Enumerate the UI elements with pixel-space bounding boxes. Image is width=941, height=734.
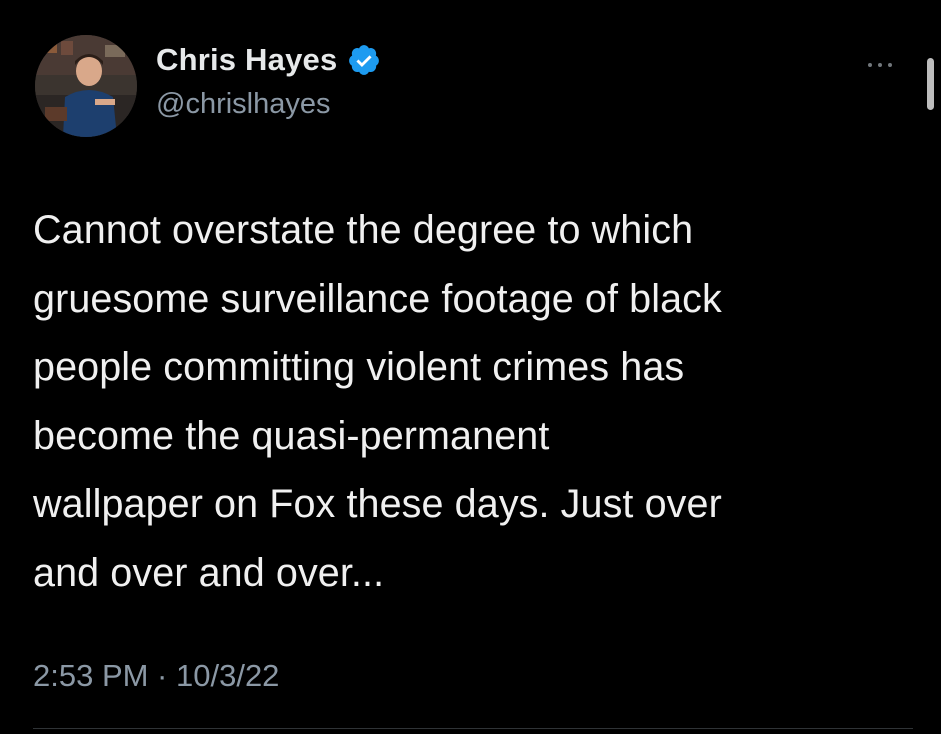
more-dot	[868, 63, 872, 67]
tweet-text-line: and over and over...	[33, 550, 385, 595]
tweet-text-line: gruesome surveillance footage of black	[33, 276, 722, 321]
tweet-text-line: people committing violent crimes has	[33, 345, 685, 389]
author-name-row: Chris Hayes	[156, 42, 381, 78]
author-display-name[interactable]: Chris Hayes	[156, 42, 337, 78]
more-options-icon[interactable]	[868, 58, 908, 72]
tweet-timestamp[interactable]: 2:53 PM · 10/3/22	[33, 658, 279, 694]
avatar-image	[35, 35, 137, 137]
divider	[33, 728, 913, 729]
more-dot	[878, 63, 882, 67]
tweet-text-line: wallpaper on Fox these days. Just over	[33, 482, 722, 526]
more-dot	[888, 63, 892, 67]
tweet-text: Cannot overstate the degree to which gru…	[33, 196, 933, 607]
tweet-text-line: Cannot overstate the degree to which	[33, 208, 694, 252]
verified-badge-icon	[349, 45, 380, 75]
avatar[interactable]	[35, 35, 137, 137]
scrollbar-thumb[interactable]	[927, 58, 934, 110]
tweet-card: Chris Hayes @chrislhayes Cannot overstat…	[0, 0, 941, 734]
author-handle[interactable]: @chrislhayes	[156, 88, 331, 121]
tweet-text-line: become the quasi-permanent	[33, 413, 550, 458]
